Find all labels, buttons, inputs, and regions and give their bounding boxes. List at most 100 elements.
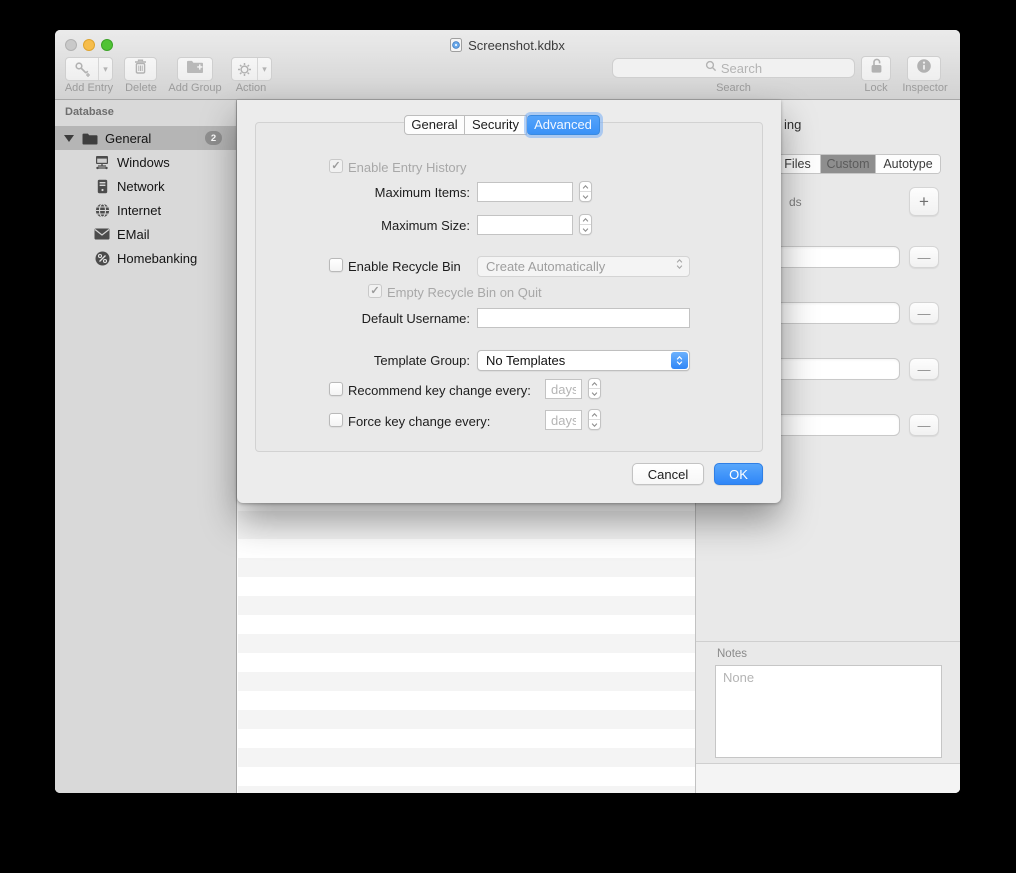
- stepper-down-icon[interactable]: [589, 388, 600, 398]
- stepper-up-icon[interactable]: [580, 215, 591, 224]
- sidebar-section-header: Database: [65, 106, 114, 118]
- custom-fields-label-fragment: ds: [789, 195, 802, 209]
- recommend-key-change-label: Recommend key change every:: [348, 383, 531, 398]
- notes-textarea[interactable]: [715, 665, 942, 758]
- maximum-size-stepper[interactable]: [579, 214, 592, 235]
- key-plus-icon: [66, 58, 98, 80]
- tab-security[interactable]: Security: [465, 115, 527, 135]
- search-icon: [705, 59, 717, 77]
- remove-custom-field-button[interactable]: —: [909, 302, 939, 324]
- add-custom-field-button[interactable]: +: [909, 187, 939, 216]
- add-group-label: Add Group: [168, 82, 222, 94]
- window-title: Screenshot.kdbx: [468, 38, 565, 53]
- sidebar-item-windows[interactable]: Windows: [55, 150, 236, 174]
- sidebar-item-label: Internet: [117, 203, 161, 218]
- remove-custom-field-button[interactable]: —: [909, 358, 939, 380]
- empty-recycle-bin-checkbox[interactable]: ✓: [368, 284, 382, 298]
- sidebar-item-network[interactable]: Network: [55, 174, 236, 198]
- enable-recycle-bin-checkbox[interactable]: [329, 258, 343, 272]
- folder-plus-icon: [186, 60, 204, 79]
- trash-icon: [134, 59, 147, 79]
- check-icon: ✓: [331, 161, 340, 172]
- inspector-button[interactable]: [907, 56, 941, 81]
- envelope-icon: [93, 228, 111, 240]
- enable-recycle-bin-label: Enable Recycle Bin: [348, 259, 461, 274]
- maximum-size-label: Maximum Size:: [277, 218, 470, 233]
- chevron-down-icon: ▾: [101, 64, 110, 75]
- entry-count-badge: 2: [205, 131, 222, 145]
- database-settings-dialog: General Security Advanced ✓ Enable Entry…: [237, 100, 781, 503]
- empty-recycle-bin-label: Empty Recycle Bin on Quit: [387, 285, 542, 300]
- stepper-up-icon[interactable]: [580, 182, 591, 191]
- inspector-tab-bar: Files Custom Autotype: [774, 154, 941, 174]
- document-icon: [450, 38, 462, 52]
- maximum-items-stepper[interactable]: [579, 181, 592, 202]
- maximum-items-label: Maximum Items:: [277, 185, 470, 200]
- chevron-down-icon: ▾: [260, 64, 269, 75]
- enable-entry-history-label: Enable Entry History: [348, 160, 467, 175]
- window-title-area: Screenshot.kdbx: [55, 36, 960, 54]
- info-icon: [916, 58, 932, 79]
- stepper-down-icon[interactable]: [589, 419, 600, 429]
- force-key-change-label: Force key change every:: [348, 414, 490, 429]
- template-group-value: No Templates: [486, 353, 565, 368]
- ok-button[interactable]: OK: [714, 463, 763, 485]
- settings-tab-bar: General Security Advanced: [404, 115, 600, 135]
- divider: [696, 641, 960, 642]
- sidebar-item-label: General: [105, 131, 151, 146]
- recommend-days-stepper[interactable]: [588, 378, 601, 399]
- maximum-items-input[interactable]: [477, 182, 573, 202]
- add-group-button[interactable]: [177, 57, 213, 81]
- tab-files[interactable]: Files: [775, 155, 820, 173]
- default-username-label: Default Username:: [277, 311, 470, 326]
- sidebar-item-homebanking[interactable]: Homebanking: [55, 246, 236, 270]
- recycle-bin-mode-value: Create Automatically: [486, 259, 605, 274]
- sidebar-item-internet[interactable]: Internet: [55, 198, 236, 222]
- stepper-down-icon[interactable]: [580, 191, 591, 201]
- delete-button[interactable]: [124, 57, 157, 81]
- force-days-stepper[interactable]: [588, 409, 601, 430]
- action-label: Action: [227, 82, 275, 94]
- stepper-down-icon[interactable]: [580, 224, 591, 234]
- lock-open-icon: [870, 58, 883, 79]
- cancel-button[interactable]: Cancel: [632, 463, 704, 485]
- app-window: Screenshot.kdbx ▾ Add Entry Delete: [55, 30, 960, 793]
- popup-arrows-icon: [676, 259, 683, 269]
- lock-button[interactable]: [861, 56, 891, 81]
- delete-label: Delete: [119, 82, 163, 94]
- recommend-days-input[interactable]: [545, 379, 582, 399]
- stepper-up-icon[interactable]: [589, 410, 600, 419]
- add-entry-dropdown[interactable]: ▾: [98, 58, 112, 80]
- maximum-size-input[interactable]: [477, 215, 573, 235]
- action-dropdown[interactable]: ▾: [257, 58, 271, 80]
- force-key-change-checkbox[interactable]: [329, 413, 343, 427]
- add-entry-button[interactable]: ▾: [65, 57, 113, 81]
- sidebar-item-label: EMail: [117, 227, 150, 242]
- enable-entry-history-checkbox[interactable]: ✓: [329, 159, 343, 173]
- sidebar-item-label: Network: [117, 179, 165, 194]
- remove-custom-field-button[interactable]: —: [909, 414, 939, 436]
- windows-icon: [93, 155, 111, 170]
- tab-custom[interactable]: Custom: [820, 155, 875, 173]
- tab-autotype[interactable]: Autotype: [875, 155, 940, 173]
- check-icon: ✓: [370, 286, 379, 297]
- recommend-key-change-checkbox[interactable]: [329, 382, 343, 396]
- sidebar-item-label: Homebanking: [117, 251, 197, 266]
- inspector-label: Inspector: [895, 82, 955, 94]
- stepper-up-icon[interactable]: [589, 379, 600, 388]
- default-username-input[interactable]: [477, 308, 690, 328]
- remove-custom-field-button[interactable]: —: [909, 246, 939, 268]
- gear-icon: [232, 58, 257, 80]
- tab-advanced[interactable]: Advanced: [527, 115, 600, 135]
- force-days-input[interactable]: [545, 410, 582, 430]
- inspector-footer: [696, 764, 960, 793]
- action-button[interactable]: ▾: [231, 57, 272, 81]
- tab-general[interactable]: General: [404, 115, 465, 135]
- sidebar-item-email[interactable]: EMail: [55, 222, 236, 246]
- template-group-label: Template Group:: [277, 353, 470, 368]
- recycle-bin-mode-popup[interactable]: Create Automatically: [477, 256, 690, 277]
- disclosure-triangle-icon[interactable]: [64, 135, 74, 142]
- sidebar-item-general[interactable]: General 2: [55, 126, 236, 150]
- template-group-popup[interactable]: No Templates: [477, 350, 690, 371]
- search-input[interactable]: Search: [612, 58, 855, 78]
